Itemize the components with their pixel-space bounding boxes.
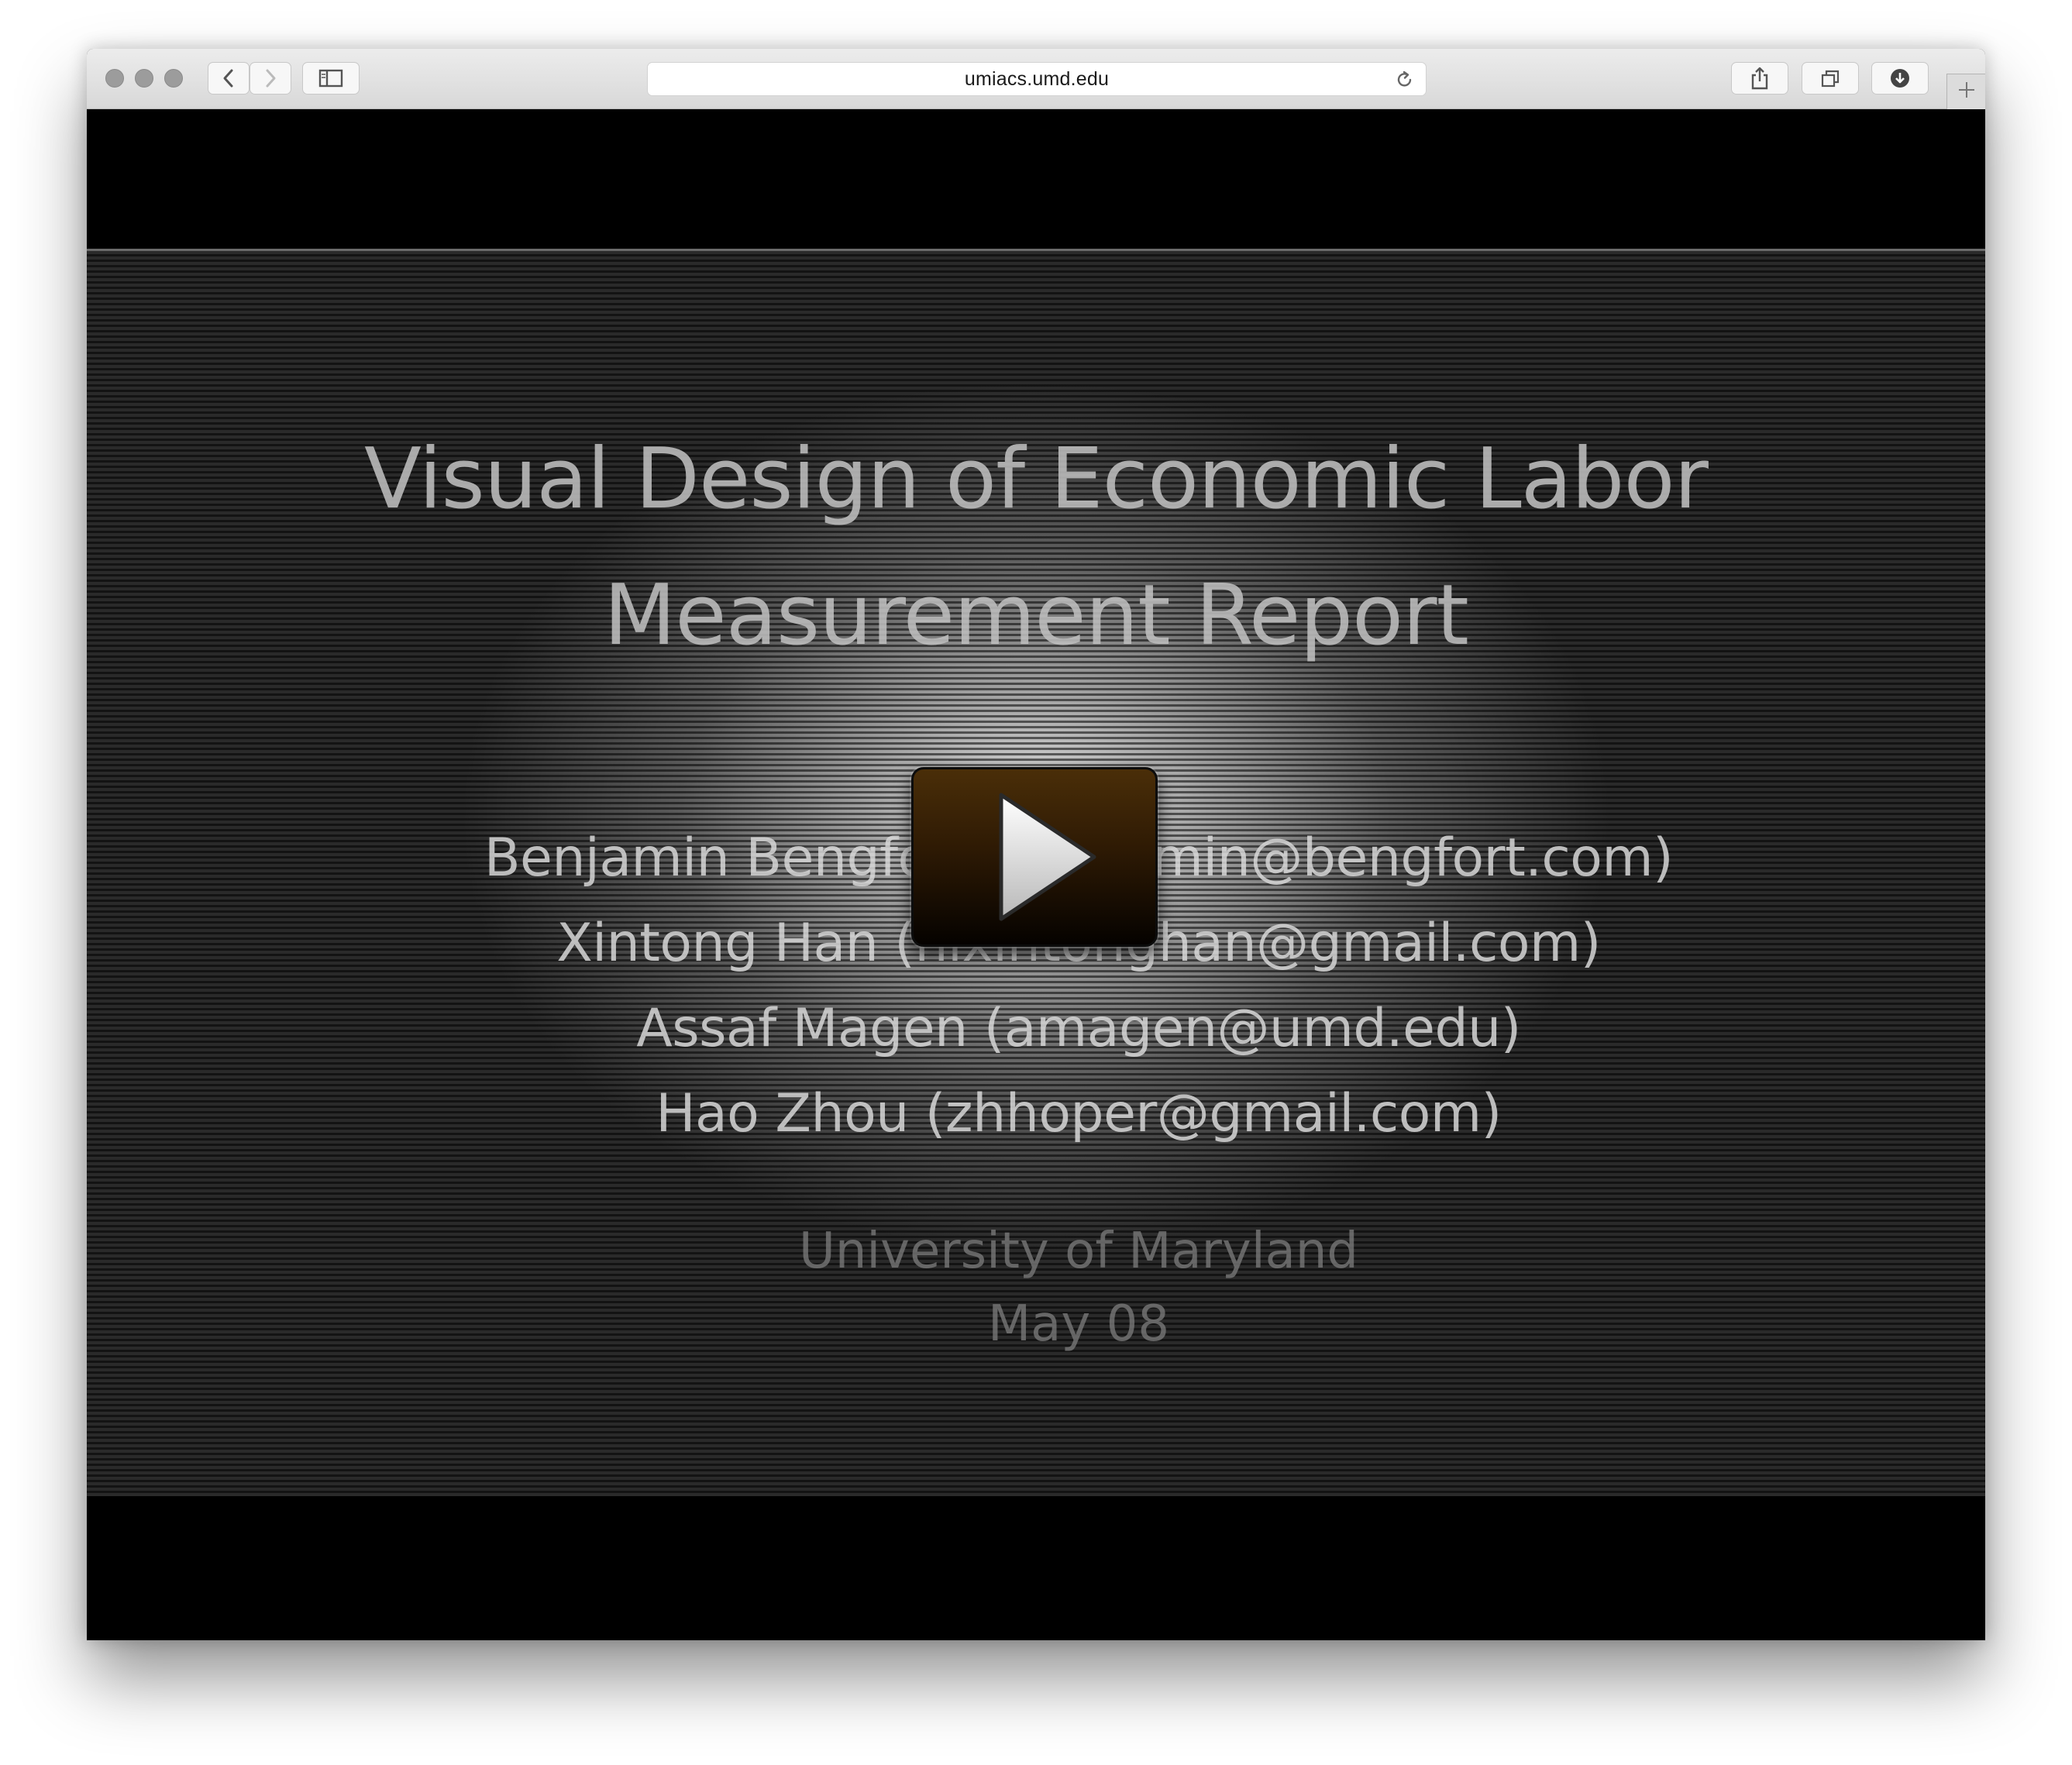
share-icon	[1750, 66, 1770, 91]
minimize-window-button[interactable]	[135, 69, 153, 88]
reload-icon[interactable]	[1395, 70, 1415, 94]
plus-icon	[1957, 80, 1977, 104]
tabs-overview-button[interactable]	[1802, 62, 1859, 95]
browser-toolbar: umiacs.umd.edu	[87, 49, 1985, 109]
author-line: Assaf Magen (amagen@umd.edu)	[636, 998, 1521, 1059]
address-bar[interactable]: umiacs.umd.edu	[647, 62, 1427, 96]
author-line: Hao Zhou (zhhoper@gmail.com)	[656, 1083, 1502, 1144]
institution: University of Maryland	[798, 1223, 1359, 1280]
forward-button[interactable]	[250, 62, 291, 95]
tabs-overview-icon	[1819, 68, 1841, 88]
play-button[interactable]	[911, 767, 1158, 947]
title-slide: Visual Design of Economic Labor Measurem…	[87, 249, 1985, 1496]
downloads-button[interactable]	[1871, 62, 1929, 95]
presentation-date: May 08	[987, 1295, 1170, 1353]
chevron-left-icon	[221, 68, 236, 88]
video-player[interactable]: Visual Design of Economic Labor Measurem…	[87, 109, 1985, 1640]
slide-title-line-2: Measurement Report	[604, 567, 1469, 664]
download-icon	[1888, 67, 1912, 90]
close-window-button[interactable]	[105, 69, 124, 88]
sidebar-button[interactable]	[302, 62, 360, 95]
zoom-window-button[interactable]	[164, 69, 183, 88]
url-text[interactable]: umiacs.umd.edu	[648, 63, 1426, 95]
sidebar-icon	[318, 69, 343, 88]
slide-title-line-1: Visual Design of Economic Labor	[364, 431, 1709, 528]
browser-window: umiacs.umd.edu Visual Design of Economic…	[87, 49, 1985, 1640]
back-button[interactable]	[208, 62, 250, 95]
chevron-right-icon	[263, 68, 278, 88]
share-button[interactable]	[1731, 62, 1788, 95]
new-tab-button[interactable]	[1946, 74, 1985, 109]
